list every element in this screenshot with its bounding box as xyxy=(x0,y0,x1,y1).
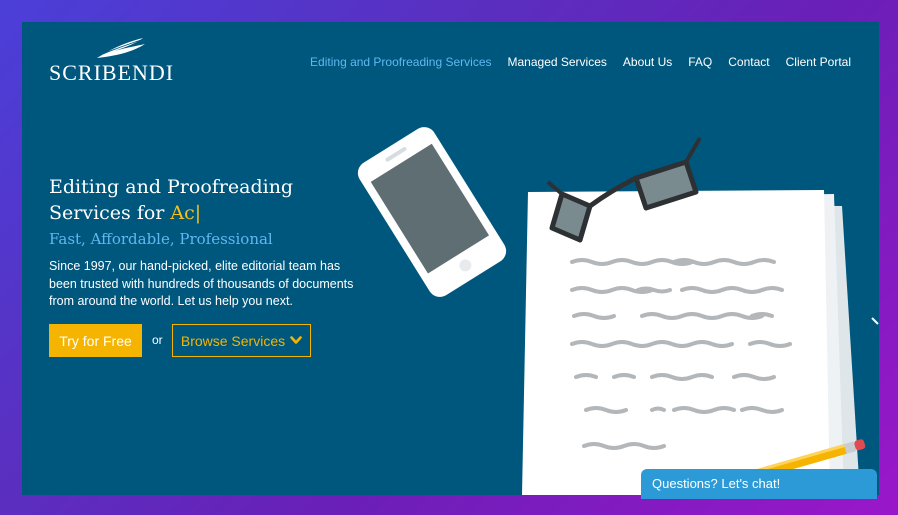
chat-widget-button[interactable]: Questions? Let's chat! xyxy=(641,469,877,499)
nav-contact[interactable]: Contact xyxy=(728,55,769,69)
hero-subhead: Fast, Affordable, Professional xyxy=(49,230,273,248)
nav-managed-services[interactable]: Managed Services xyxy=(508,55,607,69)
hero-headline: Editing and Proofreading Services for Ac… xyxy=(49,174,349,226)
main-nav: Editing and Proofreading Services Manage… xyxy=(310,55,851,69)
nav-editing-proofreading[interactable]: Editing and Proofreading Services xyxy=(310,55,491,69)
phone-illustration xyxy=(357,127,507,297)
hero-illustration xyxy=(357,127,879,495)
nav-client-portal[interactable]: Client Portal xyxy=(786,55,851,69)
logo-text: SCRIBENDI xyxy=(49,60,175,85)
nav-about-us[interactable]: About Us xyxy=(623,55,672,69)
site-frame: SCRIBENDI Editing and Proofreading Servi… xyxy=(22,22,879,495)
nav-faq[interactable]: FAQ xyxy=(688,55,712,69)
try-for-free-button[interactable]: Try for Free xyxy=(49,324,142,357)
browse-services-button[interactable]: Browse Services xyxy=(172,324,311,357)
headline-typed-text: Ac| xyxy=(170,202,202,224)
chevron-down-icon xyxy=(290,336,302,344)
or-text: or xyxy=(152,333,163,347)
sparkle-1 xyxy=(871,317,879,325)
browse-services-label: Browse Services xyxy=(180,332,286,349)
chat-label: Questions? Let's chat! xyxy=(652,476,781,491)
hero-description: Since 1997, our hand-picked, elite edito… xyxy=(49,259,354,308)
quill-feather-icon xyxy=(97,38,145,58)
